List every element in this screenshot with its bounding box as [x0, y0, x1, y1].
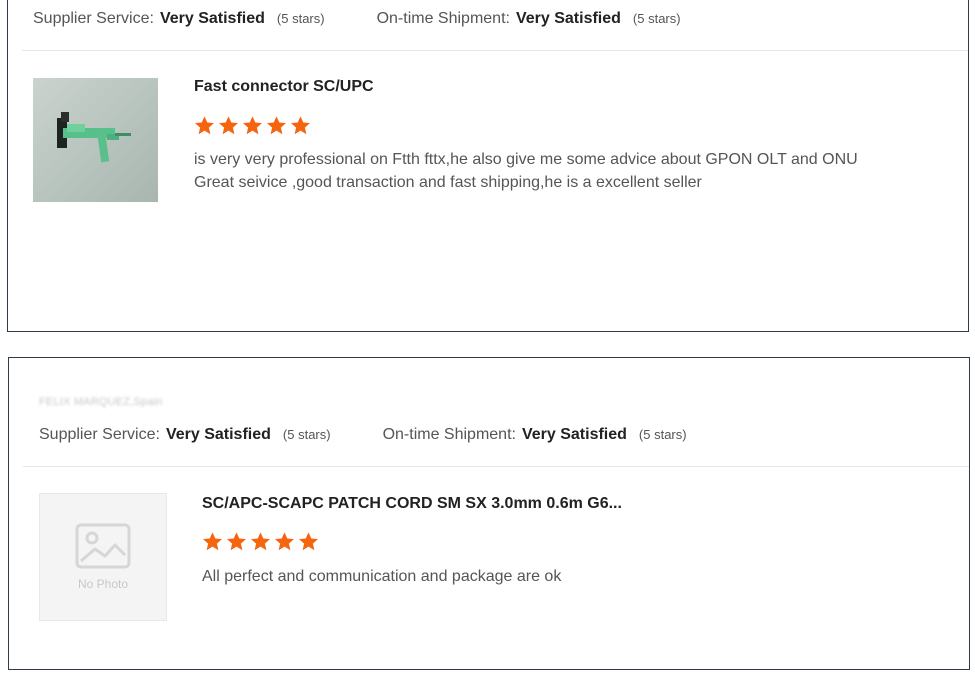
shipment-label: On-time Shipment: [376, 10, 510, 27]
image-placeholder-icon [75, 523, 131, 569]
review-line: Great seivice ,good transaction and fast… [194, 174, 702, 191]
shipment-value: Very Satisfied [521, 426, 627, 443]
supplier-service-stars: (5 stars) [276, 11, 325, 26]
star-icon [251, 532, 270, 551]
star-icon [275, 532, 294, 551]
review-card: Supplier Service: Very Satisfied (5 star… [7, 0, 969, 332]
star-icon [291, 116, 310, 135]
review-line: is very very professional on Ftth fttx,h… [194, 151, 858, 168]
supplier-service-rating: Supplier Service: Very Satisfied (5 star… [39, 426, 331, 444]
review-text: is very very professional on Ftth fttx,h… [194, 148, 934, 194]
star-rating [202, 531, 319, 552]
no-photo-placeholder: No Photo [40, 494, 166, 620]
product-thumbnail[interactable] [33, 78, 158, 202]
product-title[interactable]: Fast connector SC/UPC [194, 78, 374, 96]
review-card: FELIX MARQUEZ,Spain Supplier Service: Ve… [8, 357, 970, 670]
reviews-page: Supplier Service: Very Satisfied (5 star… [0, 0, 975, 675]
shipment-label: On-time Shipment: [382, 426, 516, 443]
ratings-row: Supplier Service: Very Satisfied (5 star… [33, 10, 681, 28]
star-icon [219, 116, 238, 135]
star-icon [299, 532, 318, 551]
supplier-service-value: Very Satisfied [165, 426, 271, 443]
supplier-service-label: Supplier Service: [39, 426, 160, 443]
supplier-service-rating: Supplier Service: Very Satisfied (5 star… [33, 10, 325, 28]
reviewer-name: FELIX MARQUEZ,Spain [39, 396, 163, 408]
star-icon [227, 532, 246, 551]
star-rating [194, 115, 311, 136]
supplier-service-value: Very Satisfied [159, 10, 265, 27]
star-icon [203, 532, 222, 551]
review-line: All perfect and communication and packag… [202, 568, 562, 585]
ratings-row: Supplier Service: Very Satisfied (5 star… [39, 426, 687, 444]
product-thumbnail[interactable]: No Photo [39, 493, 167, 621]
fiber-connector-image [57, 112, 131, 163]
review-text: All perfect and communication and packag… [202, 565, 942, 588]
shipment-rating: On-time Shipment: Very Satisfied (5 star… [383, 426, 687, 444]
product-title[interactable]: SC/APC-SCAPC PATCH CORD SM SX 3.0mm 0.6m… [202, 495, 622, 513]
divider [23, 466, 969, 467]
no-photo-label: No Photo [77, 577, 129, 591]
supplier-service-label: Supplier Service: [33, 10, 154, 27]
star-icon [243, 116, 262, 135]
shipment-stars: (5 stars) [638, 427, 687, 442]
star-icon [195, 116, 214, 135]
shipment-rating: On-time Shipment: Very Satisfied (5 star… [377, 10, 681, 28]
star-icon [267, 116, 286, 135]
shipment-value: Very Satisfied [515, 10, 621, 27]
divider [22, 50, 968, 51]
shipment-stars: (5 stars) [632, 11, 681, 26]
supplier-service-stars: (5 stars) [282, 427, 331, 442]
